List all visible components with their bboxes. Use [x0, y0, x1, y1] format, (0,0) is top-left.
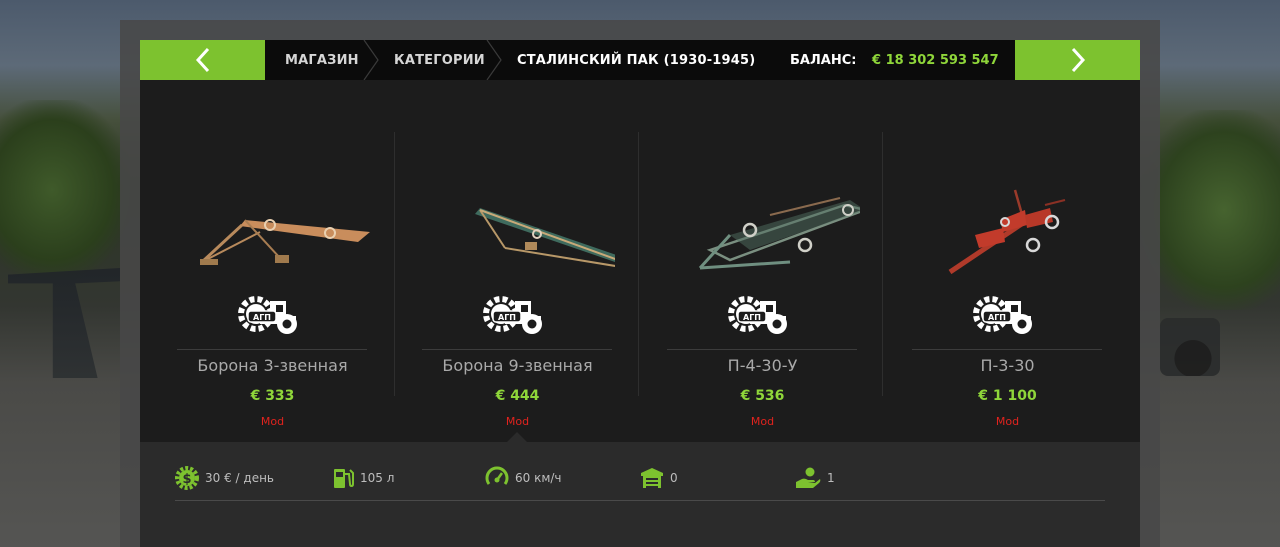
item-separator-line	[422, 349, 612, 350]
previous-page-button[interactable]	[140, 40, 265, 80]
mod-tag: Mod	[260, 415, 285, 428]
brand-text: АГП	[988, 313, 1006, 322]
background-tractor	[1160, 318, 1220, 376]
agp-brand-logo-icon: АГП	[238, 296, 297, 334]
breadcrumb-categories[interactable]: КАТЕГОРИИ	[394, 40, 485, 80]
mod-tag: Mod	[750, 415, 775, 428]
fuel-pump-icon	[334, 469, 354, 488]
brand-text: АГП	[253, 313, 271, 322]
background-trees-left	[0, 100, 130, 280]
breadcrumb-separator	[363, 40, 379, 80]
item-name: Борона 3-звенная	[197, 356, 348, 375]
balance-value: € 18 302 593 547	[872, 52, 999, 68]
details-separator-line	[175, 500, 1105, 501]
agp-brand-logo-icon: АГП	[728, 296, 787, 334]
shop-item-card-selected[interactable]: АГП Борона 9-звенная € 444 Mod	[385, 80, 630, 442]
balance-label: БАЛАНС:	[790, 52, 857, 68]
garage-icon	[641, 468, 663, 488]
brand-text: АГП	[743, 313, 761, 322]
next-page-button[interactable]	[1015, 40, 1140, 80]
item-name: Борона 9-звенная	[442, 356, 593, 375]
harrow-3-link-image	[200, 219, 370, 265]
harrow-9-link-image	[475, 208, 615, 267]
item-price: € 333	[250, 388, 295, 404]
stat-max-speed: 60 км/ч	[485, 465, 562, 491]
item-separator-line	[912, 349, 1102, 350]
stat-text: 30 € / день	[205, 471, 274, 485]
agp-brand-logo-icon: АГП	[483, 296, 542, 334]
chevron-right-icon	[1071, 47, 1085, 73]
mod-tag: Mod	[505, 415, 530, 428]
chevron-left-icon	[195, 47, 209, 73]
breadcrumb-shop[interactable]: МАГАЗИН	[285, 40, 359, 80]
shop-item-card[interactable]: АГП Борона 3-звенная € 333 Mod	[140, 80, 385, 442]
item-list: АГП Борона 3-звенная € 333 Mod АГП Борон…	[140, 80, 1140, 442]
breadcrumb-current-category: СТАЛИНСКИЙ ПАК (1930-1945)	[517, 52, 756, 68]
shop-item-card[interactable]: АГП П-4-30-У € 536 Mod	[630, 80, 875, 442]
background-trees-right	[1140, 110, 1280, 310]
svg-text:$: $	[182, 472, 191, 487]
stat-text: 60 км/ч	[515, 471, 562, 485]
background-crane	[8, 268, 120, 378]
item-separator-line	[177, 349, 367, 350]
selection-pointer	[507, 432, 527, 442]
item-price: € 1 100	[978, 388, 1037, 404]
item-details-panel: $ 30 € / день 105 л 60 км/ч 0 1	[140, 442, 1140, 547]
plow-p-3-30-image	[948, 189, 1066, 275]
agp-brand-logo-icon: АГП	[973, 296, 1032, 334]
breadcrumb-separator	[486, 40, 502, 80]
dollar-gear-icon: $	[175, 466, 199, 490]
stat-owned-count: 0	[640, 465, 678, 491]
item-name: П-3-30	[980, 356, 1035, 375]
stat-daily-upkeep: $ 30 € / день	[175, 465, 274, 491]
item-price: € 536	[740, 388, 785, 404]
item-name: П-4-30-У	[727, 356, 798, 375]
speedometer-icon	[485, 466, 509, 485]
brand-text: АГП	[498, 313, 516, 322]
plow-p-4-30-u-image	[698, 197, 860, 270]
hand-coin-icon	[796, 467, 821, 488]
stat-text: 1	[827, 471, 835, 485]
item-price: € 444	[495, 388, 540, 404]
stat-text: 105 л	[360, 471, 395, 485]
stat-fuel-capacity: 105 л	[332, 465, 394, 491]
stat-quantity: 1	[795, 465, 835, 491]
mod-tag: Mod	[995, 415, 1020, 428]
shop-item-card[interactable]: АГП П-3-30 € 1 100 Mod	[875, 80, 1120, 442]
item-separator-line	[667, 349, 857, 350]
shop-header-bar: МАГАЗИН КАТЕГОРИИ СТАЛИНСКИЙ ПАК (1930-1…	[140, 40, 1140, 80]
stat-text: 0	[670, 471, 678, 485]
